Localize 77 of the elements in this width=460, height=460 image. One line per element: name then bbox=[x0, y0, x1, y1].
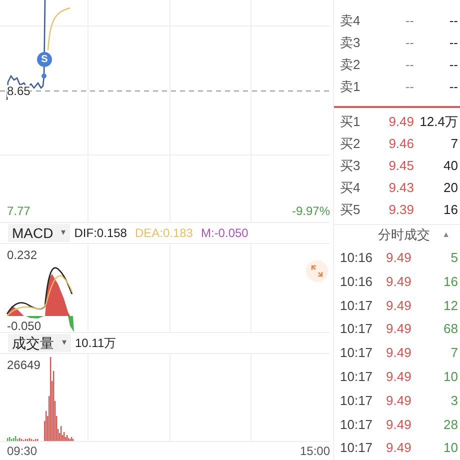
trade-price: 9.49 bbox=[386, 248, 412, 267]
m-value: M:-0.050 bbox=[200, 225, 248, 242]
expand-icon[interactable] bbox=[306, 260, 328, 282]
trade-volume: 12 bbox=[442, 296, 458, 315]
order-price: 9.43 bbox=[388, 178, 414, 197]
trade-price: 9.49 bbox=[386, 320, 412, 338]
order-price: -- bbox=[404, 78, 414, 96]
trade-price: 9.49 bbox=[386, 296, 412, 315]
order-volume: -- bbox=[448, 34, 458, 52]
dif-line bbox=[6, 267, 73, 314]
order-level-label: 卖1 bbox=[340, 78, 362, 96]
order-level-label: 卖2 bbox=[340, 56, 362, 74]
order-volume: -- bbox=[448, 78, 458, 96]
order-price: 9.45 bbox=[388, 156, 414, 175]
order-level-label: 买4 bbox=[340, 178, 362, 197]
trade-point bbox=[42, 74, 46, 78]
order-price: 9.39 bbox=[388, 200, 414, 219]
trade-volume: 16 bbox=[442, 272, 458, 291]
order-volume: 7 bbox=[450, 134, 458, 153]
trade-time: 10:17 bbox=[340, 368, 374, 386]
prev-close-label: 8.65 bbox=[7, 85, 30, 97]
trade-price: 9.49 bbox=[386, 416, 412, 434]
dea-line bbox=[6, 275, 73, 316]
volume-total: 10.11万 bbox=[75, 335, 116, 352]
trade-time: 10:16 bbox=[340, 272, 374, 291]
macd-histogram-area bbox=[7, 306, 24, 316]
order-level-label: 买2 bbox=[340, 134, 362, 153]
trade-time: 10:17 bbox=[340, 439, 374, 458]
trade-time: 10:17 bbox=[340, 344, 374, 362]
order-volume: -- bbox=[448, 56, 458, 74]
order-level-label: 买5 bbox=[340, 200, 362, 219]
trade-price: 9.49 bbox=[386, 368, 412, 386]
order-volume: 16 bbox=[442, 200, 458, 219]
low-price-label: 7.77 bbox=[7, 203, 30, 220]
trade-volume: 68 bbox=[442, 320, 458, 338]
volume-max-label: 26649 bbox=[7, 357, 40, 374]
trade-volume: 7 bbox=[450, 344, 458, 362]
low-change-label: -9.97% bbox=[292, 203, 330, 220]
trade-time: 10:17 bbox=[340, 296, 374, 315]
order-volume: 20 bbox=[442, 178, 458, 197]
trade-time: 10:17 bbox=[340, 416, 374, 434]
indicator-selector[interactable]: 成交量 ▾ bbox=[8, 334, 71, 352]
trade-price: 9.49 bbox=[386, 392, 412, 410]
order-price: 9.46 bbox=[388, 134, 414, 153]
order-level-label: 买1 bbox=[340, 112, 362, 131]
trade-time: 10:17 bbox=[340, 320, 374, 338]
macd-max-label: 0.232 bbox=[7, 247, 38, 264]
trade-price: 9.49 bbox=[386, 439, 412, 458]
order-price: 9.49 bbox=[388, 112, 414, 131]
order-level-label: 卖4 bbox=[340, 12, 362, 30]
dif-value: DIF:0.158 bbox=[74, 225, 127, 242]
average-price-line bbox=[47, 7, 70, 50]
order-volume: 12.4万 bbox=[418, 112, 458, 131]
trade-time: 10:16 bbox=[340, 248, 374, 267]
sort-icon[interactable]: ▲ bbox=[442, 229, 450, 242]
order-volume: 40 bbox=[442, 156, 458, 175]
trade-volume: 28 bbox=[442, 416, 458, 434]
dea-value: DEA:0.183 bbox=[134, 225, 193, 242]
order-level-label: 卖3 bbox=[340, 34, 362, 52]
trade-volume: 10 bbox=[442, 439, 458, 458]
trades-title: 分时成交 bbox=[378, 226, 430, 244]
trade-price: 9.49 bbox=[386, 272, 412, 291]
order-price: -- bbox=[404, 34, 414, 52]
order-level-label: 买3 bbox=[340, 156, 362, 175]
trade-time: 10:17 bbox=[340, 392, 374, 410]
trade-volume: 3 bbox=[450, 392, 458, 410]
time-axis-label: 15:00 bbox=[300, 443, 330, 460]
time-axis-label: 09:30 bbox=[7, 443, 38, 460]
sell-marker: S bbox=[37, 52, 52, 67]
order-price: -- bbox=[404, 56, 414, 74]
order-price: -- bbox=[404, 12, 414, 30]
macd-min-label: -0.050 bbox=[7, 320, 42, 332]
indicator-selector[interactable]: MACD ▾ bbox=[8, 224, 70, 242]
trade-volume: 10 bbox=[442, 368, 458, 386]
trade-price: 9.49 bbox=[386, 344, 412, 362]
order-volume: -- bbox=[448, 12, 458, 30]
trade-volume: 5 bbox=[450, 248, 458, 267]
